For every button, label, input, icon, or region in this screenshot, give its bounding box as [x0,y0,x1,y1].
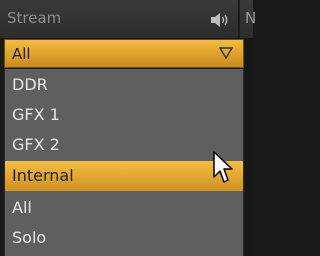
select-value: All [12,45,31,63]
list-item-solo[interactable]: Solo [5,223,243,253]
list-item-label: GFX 2 [12,135,60,154]
mouse-cursor-icon [213,151,233,183]
header-divider [238,0,240,38]
stream-column-header: Stream N [0,0,257,39]
list-item-label: All [12,198,32,217]
adjacent-column-title: N [245,9,257,27]
list-item-gfx-2[interactable]: GFX 2 [5,130,243,160]
dropdown-list: DDR GFX 1 GFX 2 Internal All Solo [4,69,244,256]
list-item-ddr[interactable]: DDR [5,70,243,100]
list-item-gfx-1[interactable]: GFX 1 [5,100,243,130]
speaker-icon[interactable] [210,12,230,28]
adjacent-column [245,39,253,256]
list-item-label: GFX 1 [12,105,60,124]
list-item-label: DDR [12,75,48,94]
list-item-label: Internal [12,166,74,185]
triangle-down-icon [219,47,233,59]
list-item-all[interactable]: All [5,193,243,223]
list-item-internal[interactable]: Internal [5,161,243,191]
stream-select[interactable]: All [4,39,244,68]
list-item-label: Solo [12,228,47,247]
column-title: Stream [7,9,62,27]
